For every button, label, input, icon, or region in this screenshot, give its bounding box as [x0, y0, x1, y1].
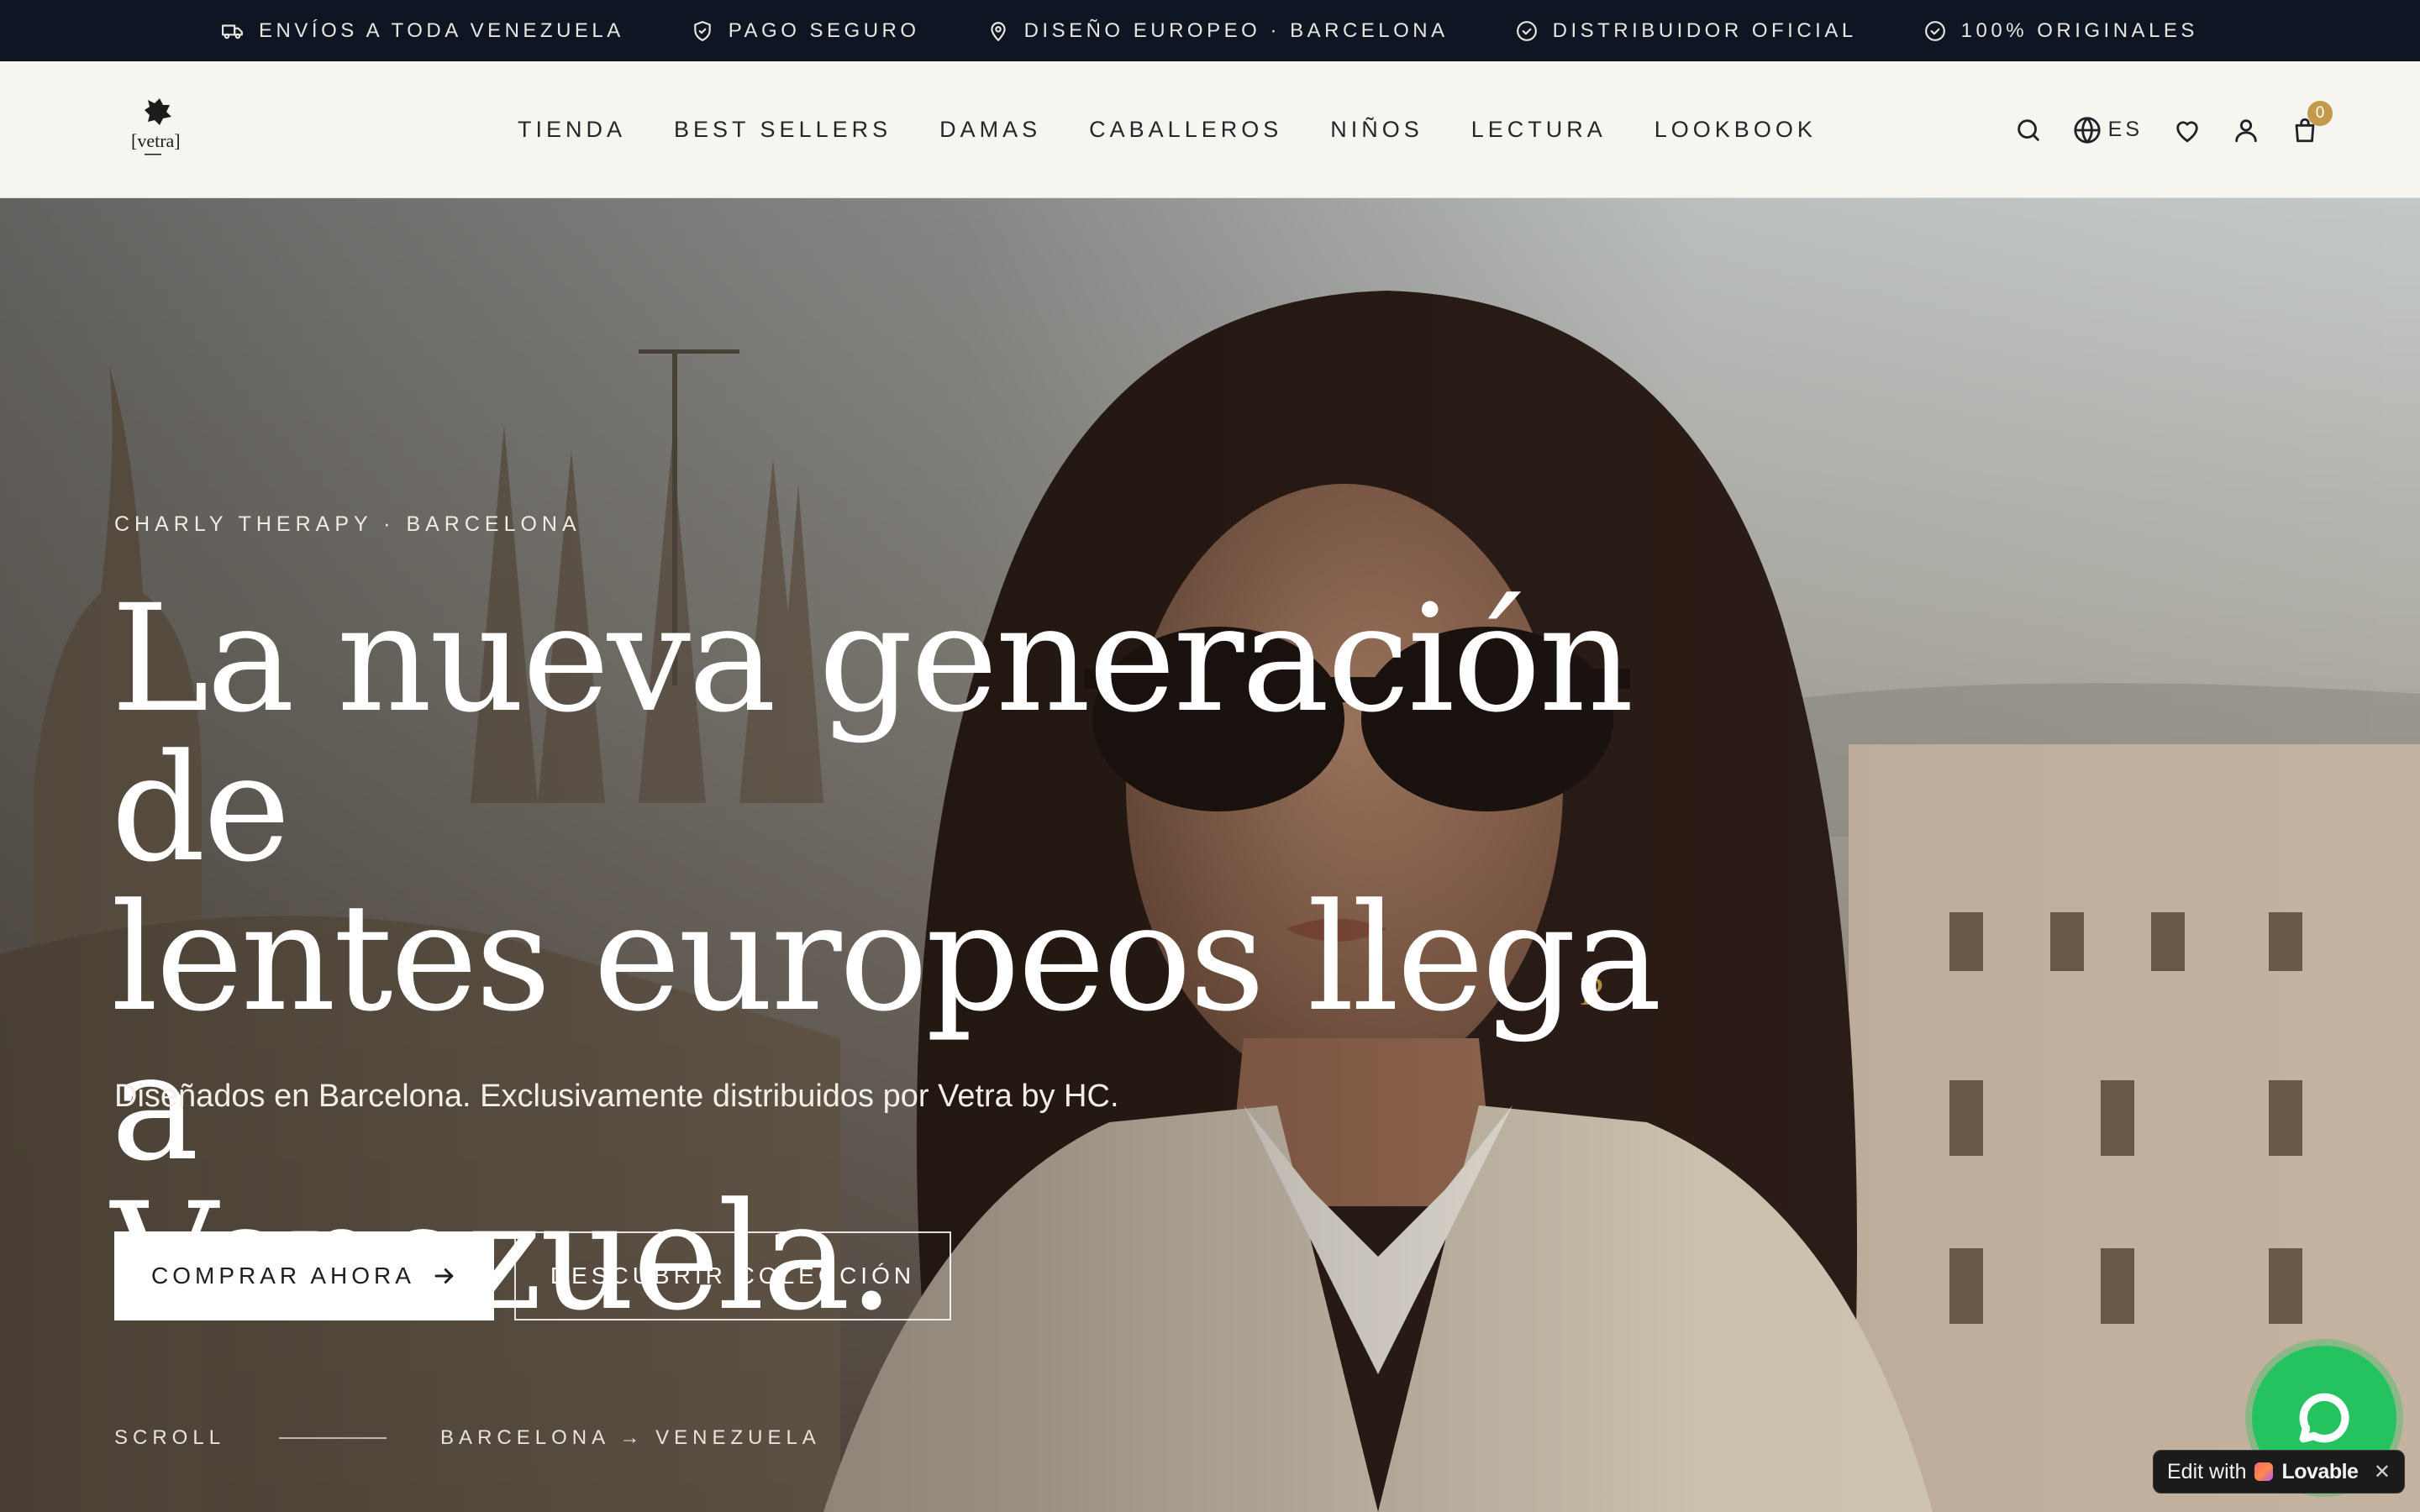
- heart-icon: [2176, 120, 2198, 142]
- scroll-indicator: SCROLL BARCELONA → VENEZUELA: [114, 1426, 821, 1450]
- announcement-label: DISTRIBUIDOR OFICIAL: [1552, 18, 1857, 42]
- cart-button[interactable]: 0: [2291, 100, 2333, 144]
- announcement-label: 100% ORIGINALES: [1960, 18, 2198, 42]
- headline-line: La nueva generación de: [111, 573, 1634, 895]
- lion-emblem-icon: [vetra]: [131, 98, 181, 155]
- site-header: [vetra] TIENDA BEST SELLERS DAMAS CABALL…: [0, 61, 2420, 198]
- hero-subtitle: Diseñados en Barcelona. Exclusivamente d…: [114, 1079, 1119, 1114]
- chat-bubble-icon: [2299, 1393, 2349, 1443]
- header-actions: ES 0: [2014, 61, 2333, 198]
- nav-ninos[interactable]: NIÑOS: [1330, 117, 1423, 143]
- lovable-brand: Lovable: [2281, 1459, 2359, 1483]
- hero-headline: La nueva generación de lentes europeos l…: [111, 585, 1707, 1332]
- announcement-originals: 100% ORIGINALES: [1924, 19, 2198, 43]
- route-label: BARCELONA → VENEZUELA: [440, 1426, 821, 1449]
- nav-damas[interactable]: DAMAS: [939, 117, 1041, 143]
- search-icon: [2017, 118, 2039, 141]
- language-label: ES: [2107, 118, 2143, 141]
- announcement-distributor: DISTRIBUIDOR OFICIAL: [1516, 19, 1857, 43]
- user-icon: [2235, 118, 2257, 142]
- nav-caballeros[interactable]: CABALLEROS: [1089, 117, 1282, 143]
- announcement-bar: ENVÍOS A TODA VENEZUELA PAGO SEGURO DISE…: [0, 0, 2420, 61]
- discover-collection-label: DESCUBRIR COLECCIÓN: [550, 1263, 916, 1289]
- main-nav: TIENDA BEST SELLERS DAMAS CABALLEROS NIÑ…: [518, 61, 1817, 198]
- shield-icon: [694, 20, 711, 41]
- announcement-label: ENVÍOS A TODA VENEZUELA: [259, 18, 624, 42]
- discover-collection-button[interactable]: DESCUBRIR COLECCIÓN: [514, 1231, 951, 1320]
- search-button[interactable]: [2014, 116, 2043, 144]
- vetra-logo[interactable]: [vetra]: [126, 95, 193, 162]
- announcement-design: DISEÑO EUROPEO · BARCELONA: [987, 19, 1449, 43]
- announcement-label: PAGO SEGURO: [728, 18, 920, 42]
- announcement-label: DISEÑO EUROPEO · BARCELONA: [1023, 18, 1449, 42]
- language-selector[interactable]: ES: [2073, 116, 2143, 144]
- announcement-shipping: ENVÍOS A TODA VENEZUELA: [222, 19, 624, 43]
- wishlist-button[interactable]: [2173, 116, 2202, 144]
- nav-lectura[interactable]: LECTURA: [1471, 117, 1607, 143]
- shop-now-button[interactable]: COMPRAR AHORA: [114, 1231, 494, 1320]
- headline-line: lentes europeos llega a: [111, 872, 1662, 1194]
- globe-icon: [2074, 116, 2101, 144]
- scroll-label: SCROLL: [114, 1426, 226, 1449]
- nav-tienda[interactable]: TIENDA: [518, 117, 626, 143]
- lovable-prefix: Edit with: [2167, 1459, 2247, 1483]
- edit-with-lovable-badge[interactable]: Edit with Lovable ✕: [2153, 1450, 2405, 1494]
- scroll-divider: [279, 1437, 387, 1439]
- check-circle-icon: [1924, 20, 1945, 41]
- nav-best-sellers[interactable]: BEST SELLERS: [674, 117, 892, 143]
- announcement-secure-payment: PAGO SEGURO: [692, 19, 920, 43]
- nav-lookbook[interactable]: LOOKBOOK: [1655, 117, 1817, 143]
- svg-text:[vetra]: [vetra]: [131, 130, 181, 151]
- hero-section: R CHARLY THERAPY · BARCELONA La nueva ge…: [0, 198, 2420, 1512]
- close-icon[interactable]: ✕: [2374, 1460, 2391, 1484]
- arrow-right-icon: [434, 1268, 454, 1284]
- lovable-logo-icon: [2254, 1462, 2274, 1481]
- map-pin-icon: [990, 21, 1006, 41]
- truck-icon: [222, 24, 243, 39]
- check-circle-icon: [1516, 20, 1537, 41]
- cart-count-badge: 0: [2307, 100, 2333, 126]
- shop-now-label: COMPRAR AHORA: [151, 1263, 415, 1289]
- hero-eyebrow: CHARLY THERAPY · BARCELONA: [114, 512, 581, 536]
- account-button[interactable]: [2232, 116, 2260, 144]
